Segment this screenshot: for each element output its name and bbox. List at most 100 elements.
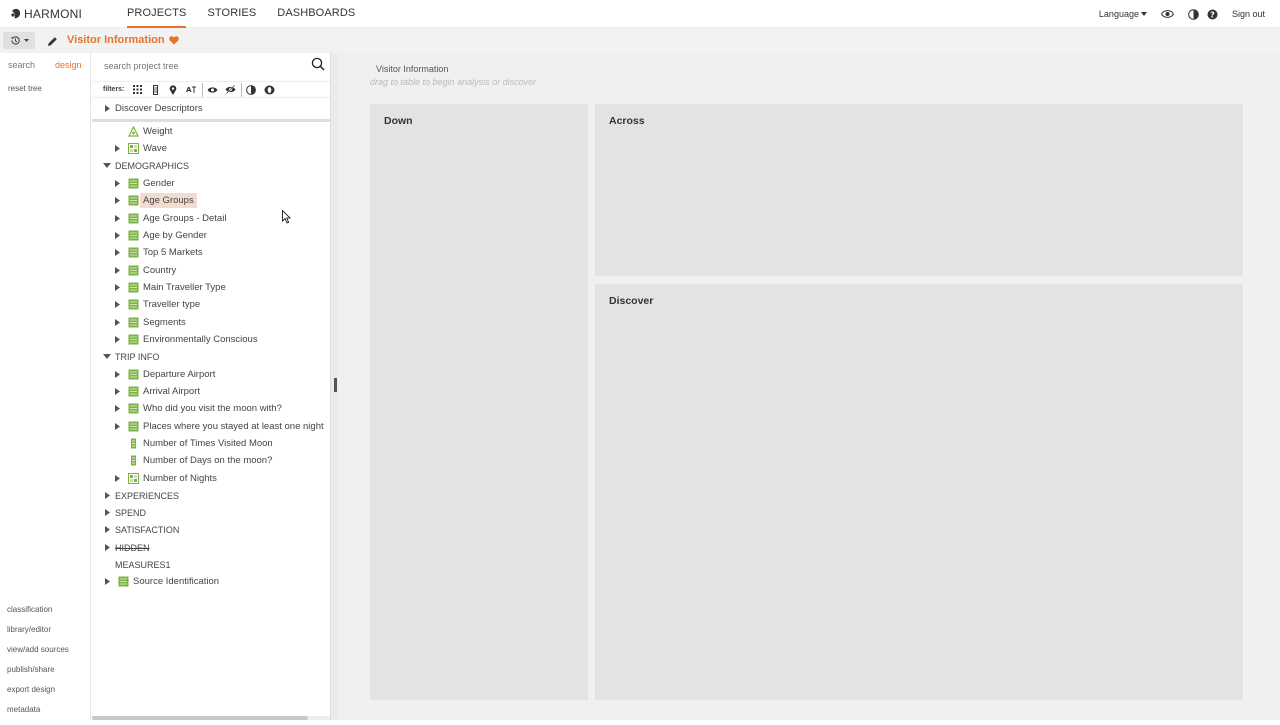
panel-splitter[interactable] [330, 53, 338, 720]
tree-item[interactable]: Who did you visit the moon with? [112, 400, 282, 417]
caret-right-icon[interactable] [112, 248, 122, 258]
nav-stories[interactable]: STORIES [207, 0, 256, 28]
filter-grid-icon[interactable] [130, 84, 144, 96]
tree-item[interactable]: Number of Times Visited Moon [112, 435, 273, 452]
top-right-controls: Language ? Sign out [1099, 0, 1265, 28]
tree-item[interactable]: Wave [112, 140, 167, 157]
tree-item[interactable]: Discover Descriptors [102, 100, 203, 117]
link-metadata[interactable]: metadata [7, 705, 69, 725]
tree-item[interactable]: Source Identification [102, 573, 219, 590]
caret-right-icon[interactable] [112, 404, 122, 414]
tree-item[interactable]: Age by Gender [112, 227, 207, 244]
filter-circle-icon[interactable] [262, 84, 276, 96]
caret-right-icon[interactable] [112, 335, 122, 345]
app-logo[interactable]: HARMONI [10, 7, 82, 21]
contrast-icon[interactable] [1188, 8, 1199, 20]
caret-right-icon[interactable] [112, 231, 122, 241]
svg-text:?: ? [1210, 10, 1215, 19]
search-icon[interactable] [311, 57, 325, 71]
language-dropdown[interactable]: Language [1099, 9, 1147, 19]
link-export-design[interactable]: export design [7, 685, 69, 705]
tree-item[interactable]: Environmentally Conscious [112, 331, 258, 348]
tab-search[interactable]: search [8, 60, 35, 70]
tree-item[interactable]: SPEND [102, 504, 146, 521]
tree-item[interactable]: Segments [112, 314, 186, 331]
nav-projects[interactable]: PROJECTS [127, 0, 187, 28]
sign-out-link[interactable]: Sign out [1232, 9, 1265, 19]
scrollbar-thumb[interactable] [92, 716, 308, 720]
caret-right-icon[interactable] [102, 543, 112, 553]
caret-right-icon[interactable] [102, 508, 112, 518]
tree-item[interactable]: Traveller type [112, 296, 200, 313]
tree-item[interactable]: Age Groups [112, 192, 197, 209]
tree-item[interactable]: HIDDEN [102, 539, 150, 556]
caret-right-icon[interactable] [112, 179, 122, 189]
tree-item[interactable]: EXPERIENCES [102, 487, 179, 504]
caret-down-icon[interactable] [102, 352, 112, 362]
tree-item[interactable]: Top 5 Markets [112, 244, 203, 261]
caret-right-icon[interactable] [112, 370, 122, 380]
help-icon[interactable]: ? [1207, 9, 1218, 20]
edit-title-button[interactable] [44, 33, 60, 49]
caret-right-icon[interactable] [112, 144, 122, 154]
tree-item[interactable]: SATISFACTION [102, 521, 179, 538]
link-publish-share[interactable]: publish/share [7, 665, 69, 685]
tree-horizontal-scrollbar[interactable] [92, 716, 330, 720]
tree-item[interactable]: Arrival Airport [112, 383, 200, 400]
tree-item[interactable]: Gender [112, 175, 175, 192]
history-button[interactable] [3, 32, 35, 49]
caret-right-icon[interactable] [112, 387, 122, 397]
across-dropzone[interactable]: Across [595, 104, 1243, 276]
caret-right-icon[interactable] [102, 104, 112, 114]
grid-green-variable-icon [128, 473, 139, 484]
caret-right-icon[interactable] [112, 300, 122, 310]
heart-icon[interactable] [168, 35, 179, 45]
tree-item[interactable]: MEASURES1 [102, 556, 171, 573]
tree-item-label: Segments [143, 317, 186, 328]
caret-right-icon[interactable] [112, 266, 122, 276]
filter-half-circle-icon[interactable] [244, 84, 258, 96]
logo-text: HARMONI [24, 7, 83, 21]
caret-right-icon[interactable] [112, 318, 122, 328]
caret-right-icon[interactable] [112, 283, 122, 293]
filter-location-icon[interactable] [166, 84, 180, 96]
tab-design[interactable]: design [55, 60, 82, 70]
discover-dropzone[interactable]: Discover [595, 284, 1243, 700]
caret-right-icon[interactable] [112, 214, 122, 224]
filter-hidden-icon[interactable] [223, 84, 237, 96]
tree-item[interactable]: Number of Days on the moon? [112, 452, 272, 469]
eye-icon[interactable] [1160, 9, 1174, 19]
down-dropzone[interactable]: Down [370, 104, 588, 700]
caret-right-icon[interactable] [102, 577, 112, 587]
caret-down-icon[interactable] [102, 161, 112, 171]
tree-item[interactable]: Main Traveller Type [112, 279, 226, 296]
tree-search-input[interactable] [104, 59, 324, 73]
tree-item[interactable]: Number of Nights [112, 470, 217, 487]
tree-item[interactable]: DEMOGRAPHICS [102, 157, 189, 174]
tree-item[interactable]: Country [112, 262, 176, 279]
nav-dashboards[interactable]: DASHBOARDS [277, 0, 355, 28]
reset-tree-link[interactable]: reset tree [8, 84, 42, 93]
filter-text-icon[interactable]: A [184, 84, 198, 96]
link-view-add-sources[interactable]: view/add sources [7, 645, 69, 665]
tree-item[interactable]: TRIP INFO [102, 348, 159, 365]
tree-item-label: Age Groups [140, 193, 197, 208]
across-label: Across [609, 115, 645, 127]
filter-visible-icon[interactable] [205, 84, 219, 96]
link-library-editor[interactable]: library/editor [7, 625, 69, 645]
caret-right-icon[interactable] [102, 491, 112, 501]
caret-right-icon[interactable] [112, 422, 122, 432]
caret-right-icon[interactable] [112, 196, 122, 206]
tree-item[interactable]: Places where you stayed at least one nig… [112, 418, 324, 435]
caret-right-icon[interactable] [102, 525, 112, 535]
caret-right-icon[interactable] [112, 474, 122, 484]
splitter-grip[interactable] [334, 378, 337, 392]
green-bar-variable-icon [128, 369, 139, 380]
filter-numeric-icon[interactable] [148, 84, 162, 96]
link-classification[interactable]: classification [7, 605, 69, 625]
tree-item[interactable]: Age Groups - Detail [112, 210, 226, 227]
mouse-cursor-icon [282, 210, 291, 224]
numeric-variable-icon [128, 455, 139, 466]
tree-item[interactable]: Departure Airport [112, 366, 215, 383]
tree-item[interactable]: Weight [112, 123, 172, 140]
